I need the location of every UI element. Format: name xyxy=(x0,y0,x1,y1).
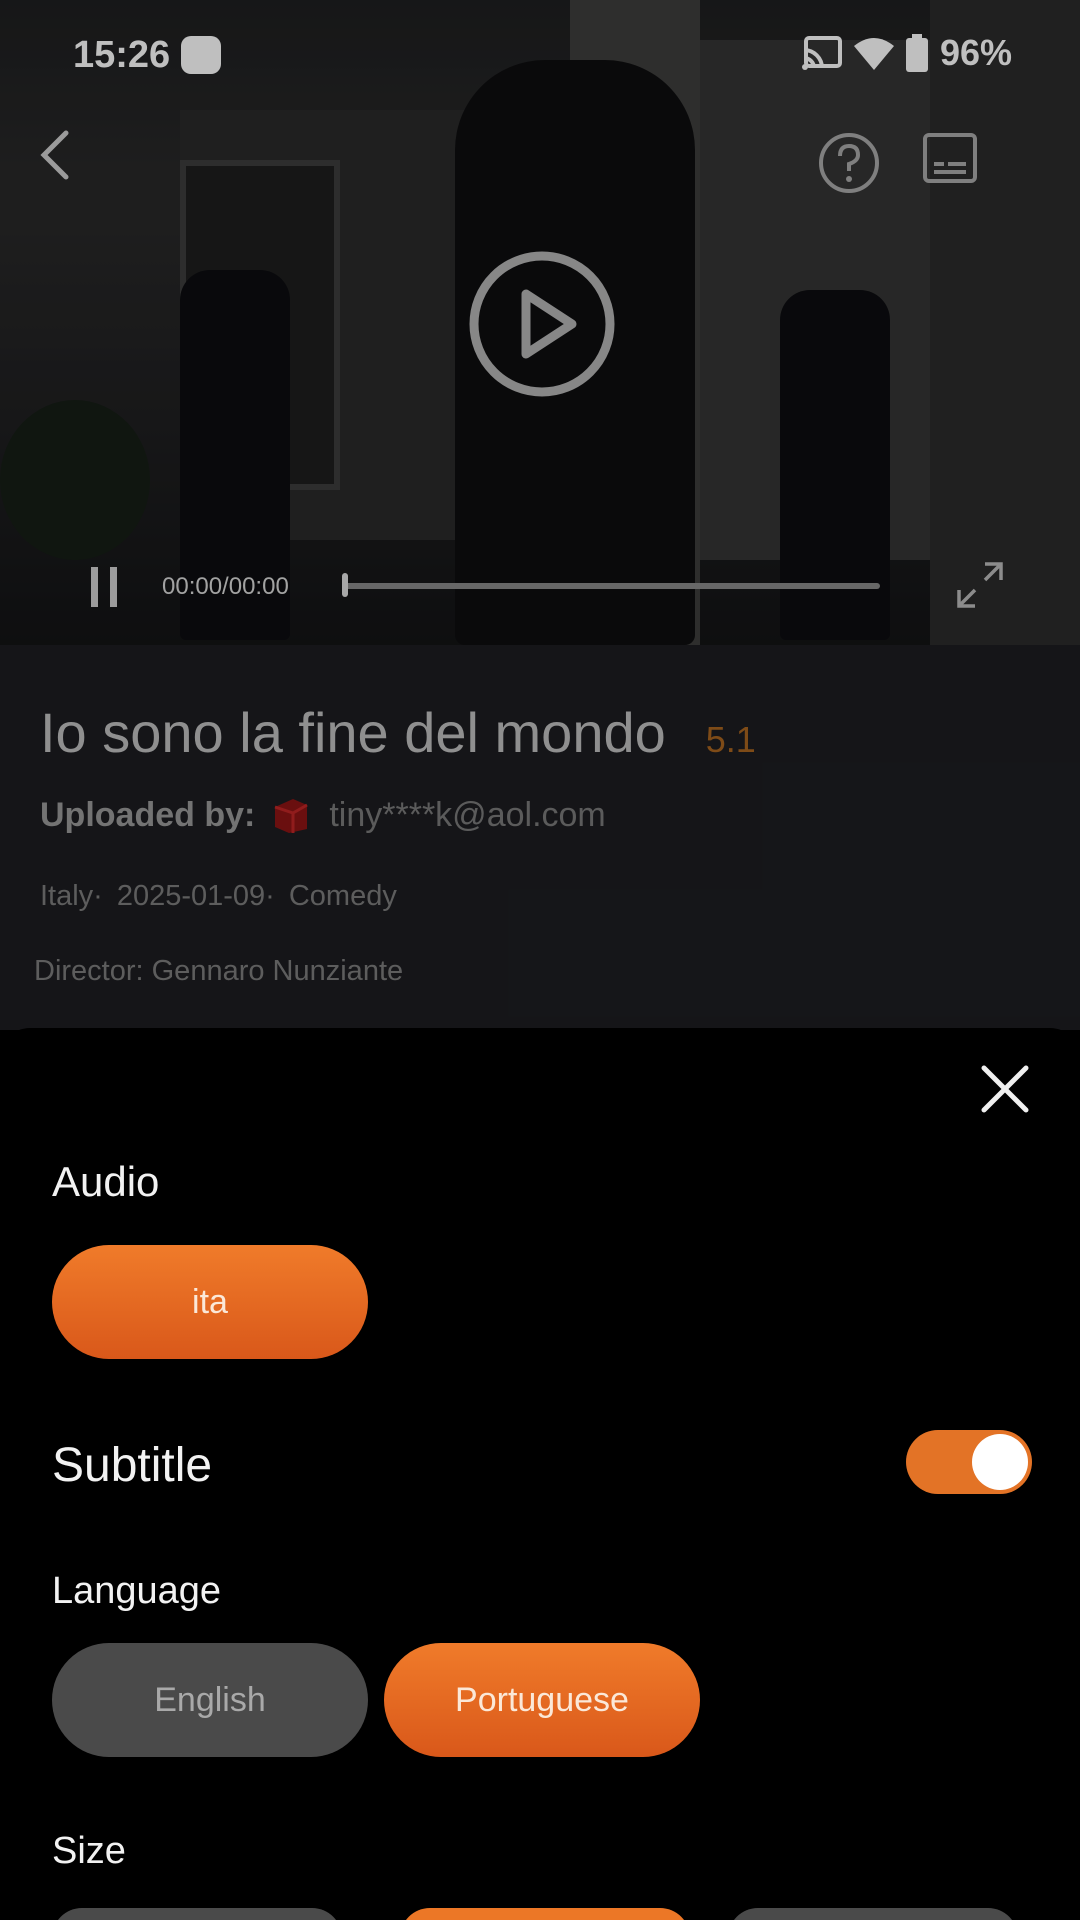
audio-section-label: Audio xyxy=(52,1158,160,1205)
subtitle-section-label: Subtitle xyxy=(52,1439,213,1492)
audio-option-ita[interactable]: ita xyxy=(52,1245,368,1359)
subtitle-toggle[interactable] xyxy=(906,1430,1032,1494)
language-section-label: Language xyxy=(52,1570,222,1612)
size-section-label: Size xyxy=(52,1830,126,1872)
toggle-knob xyxy=(972,1434,1028,1490)
close-icon[interactable] xyxy=(978,1062,1032,1116)
language-option-english[interactable]: English xyxy=(52,1643,368,1757)
size-option-small[interactable] xyxy=(52,1908,342,1920)
dim-overlay[interactable] xyxy=(0,0,1080,1030)
language-option-portuguese[interactable]: Portuguese xyxy=(384,1643,700,1757)
size-option-large[interactable] xyxy=(728,1908,1018,1920)
size-option-medium[interactable] xyxy=(400,1908,690,1920)
